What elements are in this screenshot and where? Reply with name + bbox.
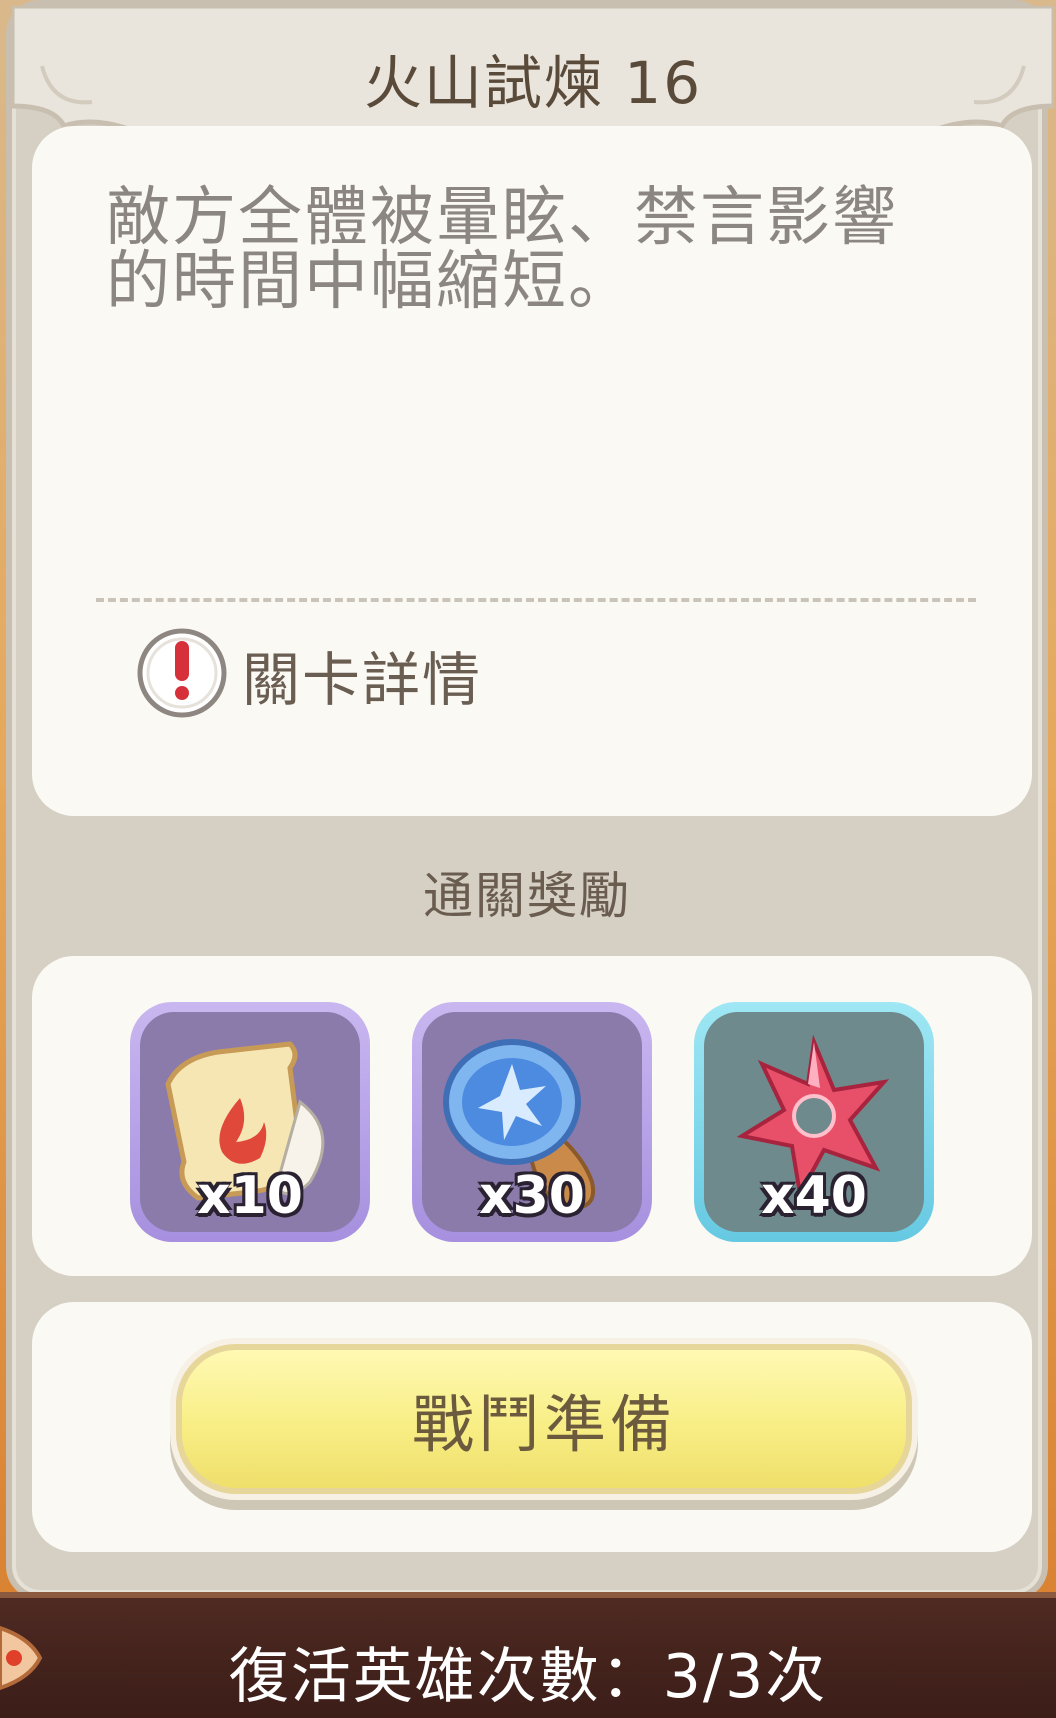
reward-quantity: x40 xyxy=(761,1166,867,1226)
action-panel: 戰鬥準備 xyxy=(32,1302,1032,1552)
divider xyxy=(96,598,976,602)
stage-details-link[interactable]: 關卡詳情 xyxy=(134,620,482,730)
reward-item[interactable]: x30 xyxy=(412,1002,652,1242)
stage-title: 火山試煉 16 xyxy=(363,49,703,117)
stage-description: 敵方全體被暈眩、禁言影響的時間中幅縮短。 xyxy=(106,181,898,319)
alert-icon xyxy=(134,625,230,725)
reward-item[interactable]: x40 xyxy=(694,1002,934,1242)
battle-prepare-label: 戰鬥準備 xyxy=(411,1388,676,1461)
reward-quantity: x10 xyxy=(197,1166,303,1226)
reward-quantity: x30 xyxy=(479,1166,585,1226)
rewards-heading: 通關獎勵 xyxy=(423,867,631,925)
revive-count: 復活英雄次數：3/3次 xyxy=(228,1642,828,1712)
rewards-panel: x10 x30 x40 xyxy=(32,956,1032,1276)
reward-item[interactable]: x10 xyxy=(130,1002,370,1242)
stage-dialog: 火山試煉 16 關卡詳情 敵方全體被暈眩、禁言影響的時間中幅縮短。 通關獎勵 x… xyxy=(6,0,1054,1600)
revive-bar: 復活英雄次數：3/3次 xyxy=(0,1592,1056,1718)
battle-prepare-button[interactable]: 戰鬥準備 xyxy=(176,1344,912,1494)
stage-details-label: 關卡詳情 xyxy=(242,646,483,714)
